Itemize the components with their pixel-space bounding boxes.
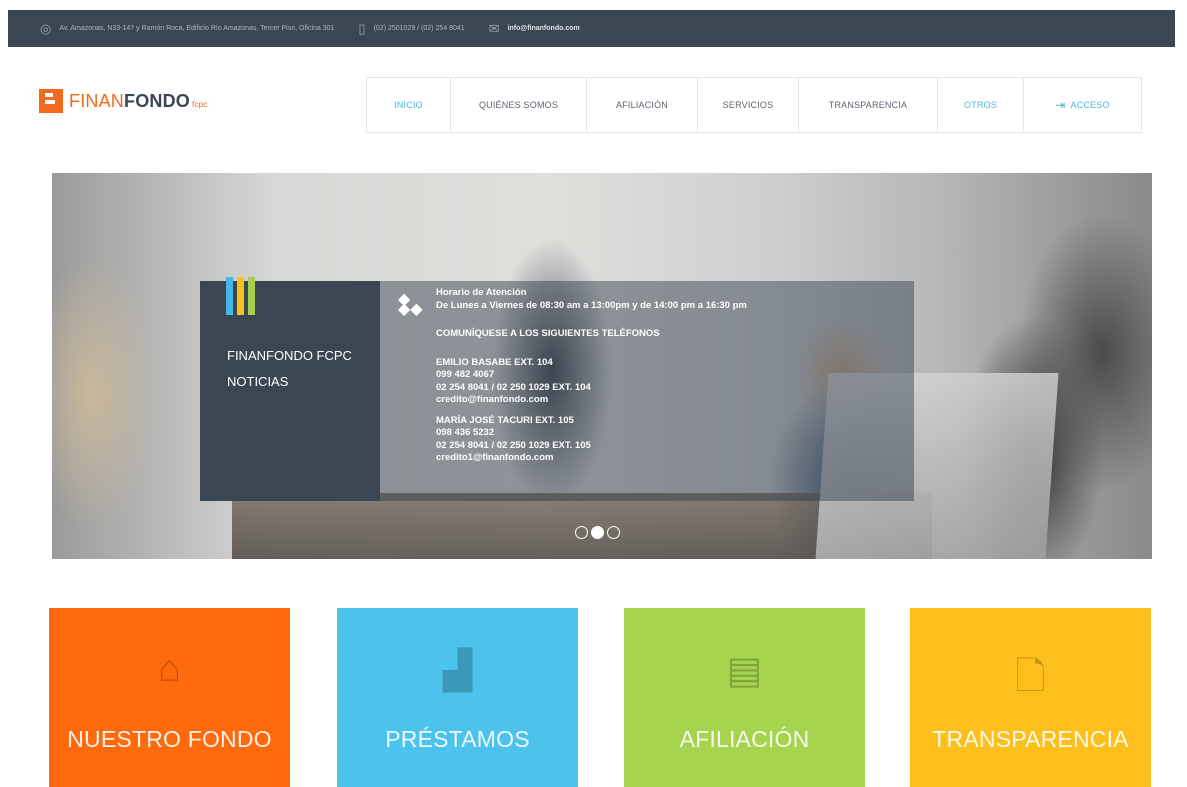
color-bar-blue [226,277,233,315]
contact1-phones: 02 254 8041 / 02 250 1029 EXT. 104 [436,381,591,393]
contact2-name: MARÍA JOSÉ TACURI EXT. 105 [436,414,574,426]
nav-item-quienes-somos[interactable]: QUIÉNES SOMOS [451,78,587,132]
nav-label: AFILIACIÓN [615,100,668,110]
contact1-email[interactable]: credito@finanfondo.com [436,394,747,407]
address-item: ◎ Av. Amazonas, N33-147 y Ramón Roca, Ed… [40,22,334,35]
nav-label: SERVICIOS [722,100,774,110]
nav-item-afiliacion[interactable]: AFILIACIÓN [587,78,698,132]
envelope-icon: ✉ [488,21,500,36]
color-bar-yellow [237,277,244,315]
contact2-mobile: 098 436 5232 [436,427,495,438]
login-icon: ⇥ [1055,98,1066,112]
news-card[interactable]: FINANFONDO FCPC NOTICIAS [200,277,380,501]
nav-label: INICIO [394,100,423,110]
slider-dot-3[interactable] [607,526,620,539]
contact1-mobile: 099 482 4067 [436,369,495,380]
nav-label: QUIÉNES SOMOS [478,100,559,110]
schedule-title: Horario de Atención [436,287,527,298]
color-bars-icon [226,277,255,315]
news-card-title: FINANFONDO FCPC NOTICIAS [227,343,352,395]
slider-dot-2[interactable] [591,526,604,539]
tile-label: PRÉSTAMOS [385,726,530,752]
slider-pagination [575,526,620,539]
nav-item-transparencia[interactable]: TRANSPARENCIA [799,78,938,132]
contact2-phones: 02 254 8041 / 02 250 1029 EXT. 105 [436,439,591,451]
id-card-icon: ▤ [726,650,763,692]
nav-label: TRANSPARENCIA [828,100,908,110]
color-bar-green [248,277,255,315]
contact-info-text: Horario de Atención De Lunes a Viernes d… [436,287,747,465]
site-logo[interactable]: FINANFONDO fcpc [39,89,207,113]
email-item[interactable]: ✉ info@finanfondo.com [489,22,580,35]
mobile-phone-icon: ▯ [358,21,366,36]
logo-text-part1: FINAN [69,90,124,111]
contact2-email[interactable]: credito1@finanfondo.com [436,452,747,465]
logo-text-part2: FONDO [124,90,190,111]
tile-transparencia[interactable]: 🗋 TRANSPARENCIA [910,608,1151,787]
hero-slider[interactable]: FINANFONDO FCPC NOTICIAS ◆ ◆◆ Horario de … [52,173,1152,559]
tile-label: AFILIACIÓN [679,726,810,752]
phone-item: ▯ (02) 2501029 / (02) 254 8041 [358,22,464,35]
diamonds-icon: ◆ ◆◆ [398,291,423,318]
logo-mark-icon [39,89,63,113]
nav-item-acceso[interactable]: ⇥ ACCESO [1024,78,1141,132]
nav-item-inicio[interactable]: INICIO [367,78,451,132]
tile-prestamos[interactable]: ▟ PRÉSTAMOS [337,608,578,787]
phones-title: COMUNÍQUESE A LOS SIGUIENTES TELÉFONOS [436,328,660,339]
document-icon: 🗋 [1015,656,1046,698]
chart-icon: ▟ [442,650,473,692]
nav-item-servicios[interactable]: SERVICIOS [698,78,799,132]
nav-label: OTROS [963,100,997,110]
phone-text: (02) 2501029 / (02) 254 8041 [373,25,465,32]
location-pin-icon: ◎ [40,21,52,36]
nav-item-otros[interactable]: OTROS [938,78,1024,132]
logo-text: FINANFONDO fcpc [69,91,207,112]
main-nav: INICIO QUIÉNES SOMOS AFILIACIÓN SERVICIO… [366,77,1142,133]
home-icon: ⌂ [158,648,181,690]
nav-label: ACCESO [1070,100,1110,110]
news-card-title-line2: NOTICIAS [227,374,289,389]
contact-info-panel: ◆ ◆◆ Horario de Atención De Lunes a Viern… [380,281,914,501]
tile-nuestro-fondo[interactable]: ⌂ NUESTRO FONDO [49,608,290,787]
news-card-title-line1: FINANFONDO FCPC [227,348,352,363]
contact1-name: EMILIO BASABE EXT. 104 [436,356,553,368]
address-text: Av. Amazonas, N33-147 y Ramón Roca, Edif… [59,25,335,32]
tile-label: TRANSPARENCIA [932,726,1129,752]
slider-dot-1[interactable] [575,526,588,539]
schedule-text: De Lunes a Viernes de 08:30 am a 13:00pm… [436,299,747,311]
tile-afiliacion[interactable]: ▤ AFILIACIÓN [624,608,865,787]
email-link[interactable]: info@finanfondo.com [508,25,580,32]
tile-label: NUESTRO FONDO [67,726,272,752]
top-info-bar: ◎ Av. Amazonas, N33-147 y Ramón Roca, Ed… [8,10,1175,47]
logo-text-part3: fcpc [192,99,208,109]
